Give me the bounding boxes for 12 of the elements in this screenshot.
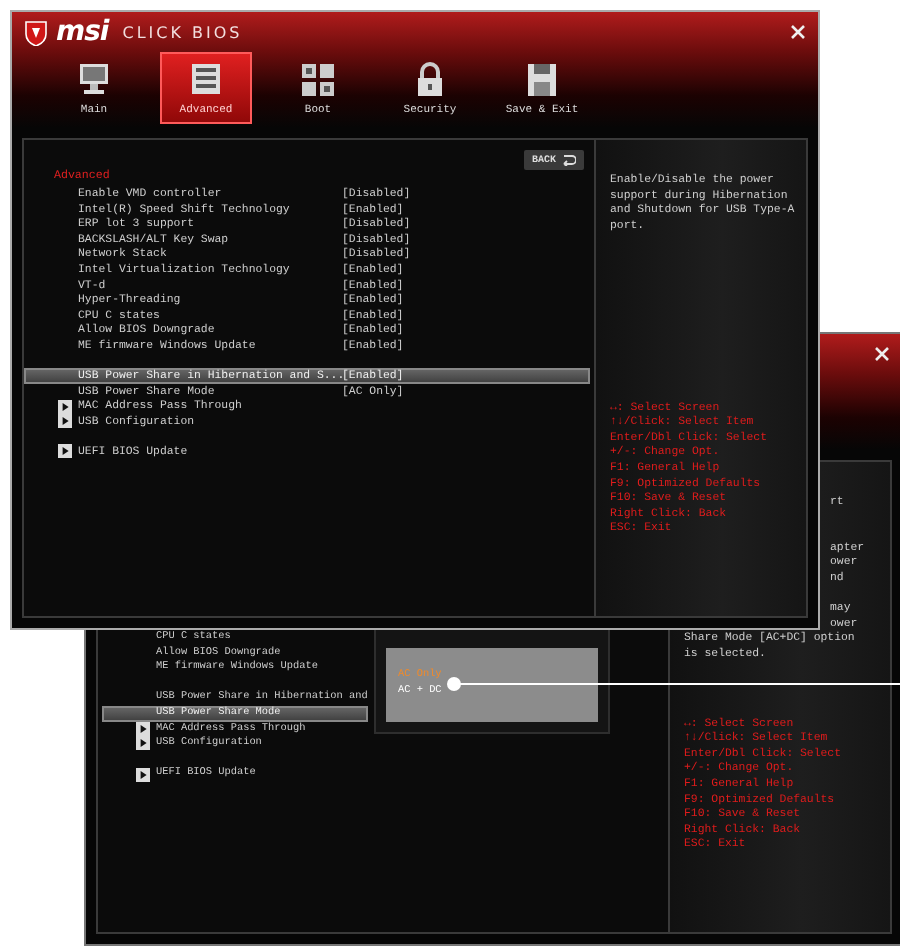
padlock-icon (412, 61, 448, 97)
return-arrow-icon (562, 154, 576, 166)
window-title: CLICK BIOS (122, 23, 243, 41)
grid-icon (300, 61, 336, 97)
submenu-arrow-icon[interactable] (58, 444, 72, 459)
brand-logo: msi (56, 16, 109, 48)
close-icon[interactable] (790, 24, 806, 40)
close-icon[interactable] (874, 346, 890, 362)
shield-logo-icon (24, 19, 48, 45)
monitor-icon (76, 61, 112, 97)
submenu-arrow-icon[interactable] (136, 767, 150, 782)
list-icon (188, 61, 224, 97)
